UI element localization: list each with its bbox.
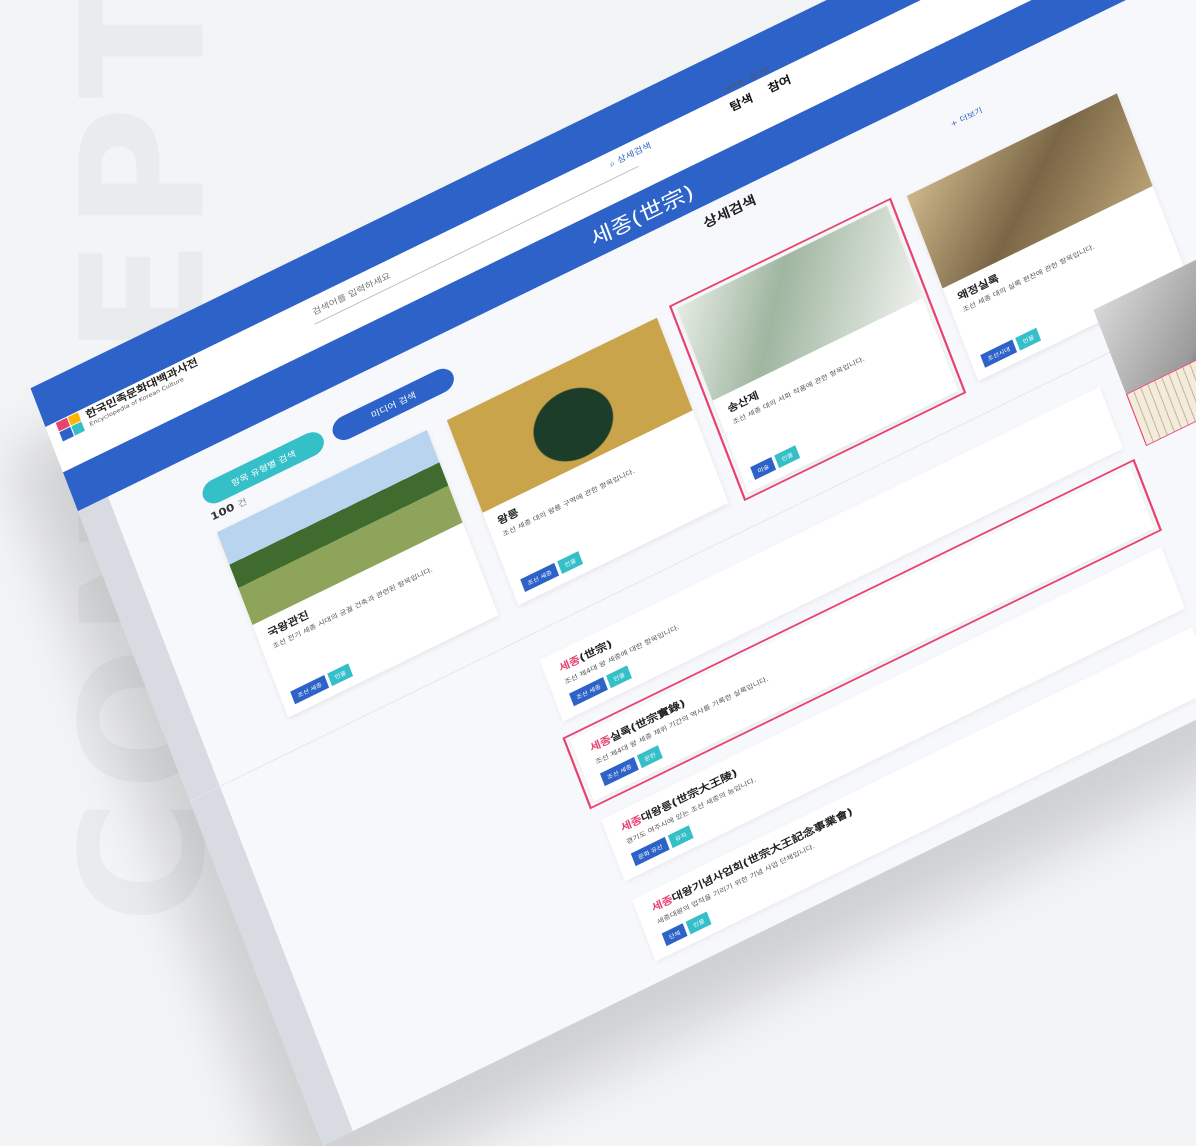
tag[interactable]: 조선 세종 — [290, 675, 330, 705]
tag[interactable]: 미술 — [750, 456, 777, 480]
mockup-stage: 한국민족문화대백과사전 Encyclopedia of Korean Cultu… — [0, 0, 1196, 1146]
nav-item-participate[interactable]: 참여 — [765, 71, 793, 96]
tag[interactable]: 조선시대 — [980, 339, 1018, 368]
tag[interactable]: 유적 — [667, 825, 694, 849]
tag[interactable]: 조선 세종 — [520, 562, 560, 593]
tag[interactable]: 인물 — [685, 911, 712, 935]
nav-item-explore[interactable]: 탐색 — [727, 90, 755, 115]
tag[interactable]: 인물 — [327, 663, 354, 687]
tag[interactable]: 인물 — [774, 445, 801, 469]
tag[interactable]: 인물 — [1015, 327, 1042, 351]
tag[interactable]: 단체 — [661, 923, 688, 947]
tag[interactable]: 문헌 — [636, 745, 663, 769]
tag[interactable]: 인물 — [557, 551, 584, 575]
page-mockup: 한국민족문화대백과사전 Encyclopedia of Korean Cultu… — [30, 0, 1196, 1146]
tag[interactable]: 인물 — [606, 665, 632, 689]
